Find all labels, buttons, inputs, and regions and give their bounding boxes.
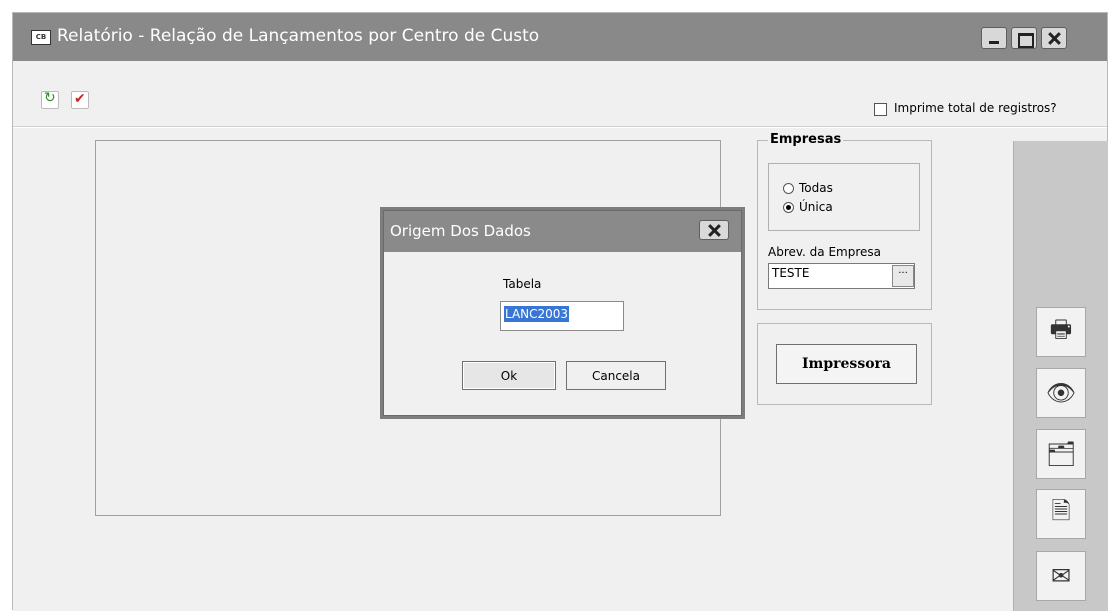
toolbar: Imprime total de registros? [13,61,1107,127]
printer-group: Impressora [757,323,932,405]
dialog-close-button[interactable] [699,220,729,240]
empresas-group: Empresas Todas Única Abrev. da Empresa T… [757,132,932,310]
title-bar: CB Relatório - Relação de Lançamentos po… [13,13,1107,61]
tabela-label: Tabela [503,277,542,291]
browse-button[interactable]: ··· [892,265,914,287]
checkmark-icon[interactable] [71,91,89,109]
radio-unica-label: Única [799,200,833,214]
export-icon[interactable]: 🗂 [1036,429,1086,479]
origem-dialog: Origem Dos Dados Tabela LANC2003 Ok Canc… [383,210,742,416]
dialog-title-bar: Origem Dos Dados [384,211,741,252]
dialog-title: Origem Dos Dados [390,222,531,240]
mail-icon[interactable]: ✉ [1036,551,1086,601]
empresas-title: Empresas [768,132,844,147]
cancel-button[interactable]: Cancela [566,361,666,390]
radio-todas-indicator[interactable] [783,182,794,194]
ok-button[interactable]: Ok [462,361,556,390]
delete-document-icon[interactable]: 🗎 [1036,489,1086,539]
printer-button[interactable]: Impressora [776,344,917,384]
tabela-input[interactable]: LANC2003 [500,301,624,331]
maximize-button[interactable] [1011,27,1037,49]
close-button[interactable] [1041,27,1067,49]
window-title: Relatório - Relação de Lançamentos por C… [57,26,540,46]
radio-todas[interactable]: Todas [783,181,833,195]
radio-todas-label: Todas [799,181,833,195]
radio-unica[interactable]: Única [783,200,833,214]
refresh-icon[interactable] [41,90,59,109]
print-icon[interactable]: 🖶 [1036,307,1086,357]
minimize-button[interactable] [981,27,1007,49]
action-sidebar: 🖶 👁 🗂 🗎 ✉ [1013,141,1108,611]
tabela-value: LANC2003 [504,306,570,322]
preview-icon[interactable]: 👁 [1036,368,1086,418]
app-icon: CB [31,30,51,45]
print-total-checkbox[interactable] [874,103,887,116]
radio-unica-indicator[interactable] [783,201,794,213]
abrev-empresa-label: Abrev. da Empresa [768,245,882,259]
empresas-radio-group: Todas Única [768,163,920,231]
print-total-label: Imprime total de registros? [894,101,1057,115]
